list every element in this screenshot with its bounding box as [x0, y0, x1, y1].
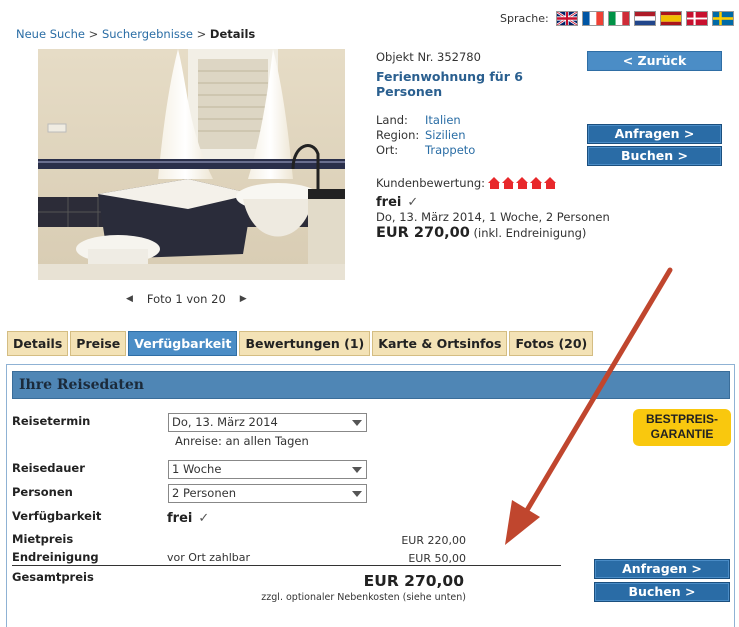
request-button-top[interactable]: Anfragen > [587, 124, 722, 144]
breadcrumb-current: Details [209, 27, 256, 41]
availability-status: frei ✓ [376, 195, 418, 210]
location-info: Land: Italien Region: Sizilien Ort: Trap… [376, 113, 475, 158]
travel-date-select[interactable]: Do, 13. März 2014 [168, 413, 367, 432]
language-flags [556, 11, 734, 26]
duration-select[interactable]: 1 Woche [168, 460, 367, 479]
english-flag-icon[interactable] [556, 11, 578, 26]
price-summary: EUR 270,00 (inkl. Endreinigung) [376, 225, 586, 241]
spanish-flag-icon[interactable] [660, 11, 682, 26]
chevron-down-icon [352, 467, 362, 473]
cleaning-label: Endreinigung [12, 550, 99, 564]
region-row: Region: Sizilien [376, 128, 475, 143]
status-text: frei [376, 195, 402, 210]
tab-photos[interactable]: Fotos (20) [509, 331, 594, 356]
availability-label: Verfügbarkeit [12, 509, 102, 523]
object-title: Ferienwohnung für 6 Personen [376, 69, 523, 99]
detail-tabs: Details Preise Verfügbarkeit Bewertungen… [7, 331, 594, 356]
rating-house-icon [488, 177, 501, 189]
chevron-down-icon [352, 491, 362, 497]
tab-reviews[interactable]: Bewertungen (1) [239, 331, 371, 356]
next-photo-icon[interactable]: ▶ [240, 294, 247, 304]
town-label: Ort: [376, 143, 399, 157]
swedish-flag-icon[interactable] [712, 11, 734, 26]
duration-label: Reisedauer [12, 461, 85, 475]
town-link[interactable]: Trappeto [425, 143, 475, 158]
persons-label: Personen [12, 485, 73, 499]
rating-house-icon [530, 177, 543, 189]
rent-price-value: EUR 220,00 [401, 534, 466, 547]
breadcrumb-separator: > [88, 27, 99, 41]
travel-date-value: Do, 13. März 2014 [172, 415, 278, 429]
property-photo[interactable] [38, 49, 345, 280]
dutch-flag-icon[interactable] [634, 11, 656, 26]
country-link[interactable]: Italien [425, 113, 461, 128]
rent-price-label: Mietpreis [12, 532, 74, 546]
checkmark-icon: ✓ [198, 511, 210, 526]
duration-value: 1 Woche [172, 462, 222, 476]
book-button-bottom[interactable]: Buchen > [594, 582, 730, 602]
additional-costs-note: zzgl. optionaler Nebenkosten (siehe unte… [261, 592, 466, 603]
bathroom-photo-illustration [38, 49, 345, 280]
french-flag-icon[interactable] [582, 11, 604, 26]
customer-rating: Kundenbewertung: [376, 176, 557, 190]
persons-value: 2 Personen [172, 486, 236, 500]
region-label: Region: [376, 128, 420, 142]
tab-map[interactable]: Karte & Ortsinfos [372, 331, 508, 356]
photo-navigation: ◀ Foto 1 von 20 ▶ [126, 292, 247, 306]
badge-line-1: BESTPREIS- [645, 412, 718, 426]
tab-availability[interactable]: Verfügbarkeit [128, 331, 238, 356]
breadcrumb-separator: > [196, 27, 207, 41]
photo-counter: Foto 1 von 20 [146, 292, 226, 306]
rating-house-icon [502, 177, 515, 189]
previous-photo-icon[interactable]: ◀ [126, 294, 133, 304]
breadcrumb-results[interactable]: Suchergebnisse [102, 27, 193, 41]
breadcrumb: Neue Suche > Suchergebnisse > Details [16, 27, 255, 41]
badge-line-2: GARANTIE [650, 427, 714, 441]
italian-flag-icon[interactable] [608, 11, 630, 26]
price-note: (inkl. Endreinigung) [473, 226, 587, 240]
cleaning-note: vor Ort zahlbar [167, 551, 251, 564]
country-row: Land: Italien [376, 113, 475, 128]
rating-house-icon [516, 177, 529, 189]
availability-value: frei ✓ [167, 511, 209, 526]
rating-house-icon [544, 177, 557, 189]
request-button-bottom[interactable]: Anfragen > [594, 559, 730, 579]
arrival-note: Anreise: an allen Tagen [175, 434, 309, 448]
book-button-top[interactable]: Buchen > [587, 146, 722, 166]
tab-details[interactable]: Details [7, 331, 69, 356]
country-label: Land: [376, 113, 408, 127]
checkmark-icon: ✓ [407, 195, 419, 210]
total-divider [12, 565, 561, 566]
total-price: EUR 270,00 [376, 225, 470, 241]
availability-summary: Do, 13. März 2014, 1 Woche, 2 Personen [376, 210, 610, 224]
chevron-down-icon [352, 420, 362, 426]
breadcrumb-new-search[interactable]: Neue Suche [16, 27, 85, 41]
rating-houses[interactable] [488, 177, 557, 189]
tab-prices[interactable]: Preise [70, 331, 127, 356]
danish-flag-icon[interactable] [686, 11, 708, 26]
rating-label: Kundenbewertung: [376, 176, 486, 190]
persons-select[interactable]: 2 Personen [168, 484, 367, 503]
language-label: Sprache: [500, 12, 549, 25]
region-link[interactable]: Sizilien [425, 128, 465, 143]
town-row: Ort: Trappeto [376, 143, 475, 158]
panel-header: Ihre Reisedaten [12, 371, 730, 399]
total-price-value: EUR 270,00 [363, 572, 464, 590]
availability-status-text: frei [167, 511, 193, 526]
back-button[interactable]: < Zurück [587, 51, 722, 71]
panel-title: Ihre Reisedaten [19, 377, 144, 393]
total-price-label: Gesamtpreis [12, 570, 94, 584]
object-number: Objekt Nr. 352780 [376, 50, 481, 64]
cleaning-value: EUR 50,00 [408, 552, 466, 565]
travel-date-label: Reisetermin [12, 414, 91, 428]
best-price-badge: BESTPREIS- GARANTIE [633, 409, 731, 446]
